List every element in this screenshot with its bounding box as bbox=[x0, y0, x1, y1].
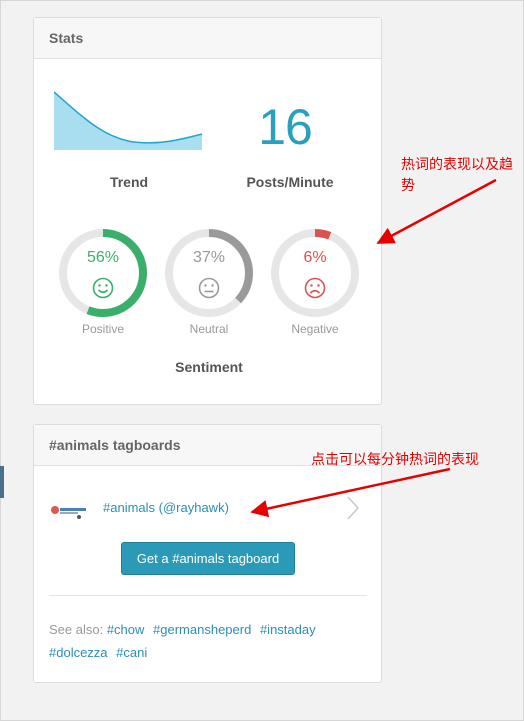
tagboard-link[interactable]: #animals (@rayhawk) bbox=[103, 500, 229, 515]
see-also: See also: #chow #germansheperd #instaday… bbox=[49, 618, 369, 664]
side-tab[interactable] bbox=[0, 466, 4, 498]
see-also-tag-cani[interactable]: #cani bbox=[116, 645, 147, 660]
neutral-face-icon bbox=[198, 277, 220, 299]
get-tagboard-button[interactable]: Get a #animals tagboard bbox=[121, 542, 295, 575]
neutral-donut: 37% bbox=[164, 228, 254, 318]
divider bbox=[49, 595, 367, 596]
trend-label: Trend bbox=[109, 174, 149, 190]
see-also-tag-chow[interactable]: #chow bbox=[107, 622, 145, 637]
tagboard-logo-icon bbox=[51, 506, 86, 519]
negative-percent: 6% bbox=[303, 249, 327, 266]
see-also-label: See also: bbox=[49, 622, 104, 637]
frown-face-icon bbox=[304, 277, 326, 299]
annotation-note-2: 点击可以每分钟热词的表现 bbox=[311, 451, 479, 467]
positive-percent: 56% bbox=[86, 249, 120, 266]
chevron-right-icon[interactable] bbox=[346, 495, 360, 521]
posts-per-minute-label: Posts/Minute bbox=[246, 174, 334, 190]
tagboard-list-item[interactable]: #animals (@rayhawk) bbox=[34, 483, 381, 533]
negative-donut: 6% bbox=[270, 228, 360, 318]
trend-sparkline bbox=[54, 91, 203, 150]
stats-card: Stats 16 Trend Posts/Minute 56% Positive… bbox=[33, 17, 382, 405]
neutral-percent: 37% bbox=[192, 249, 226, 266]
see-also-tag-dolcezza[interactable]: #dolcezza bbox=[49, 645, 108, 660]
stats-header: Stats bbox=[34, 18, 381, 59]
smile-face-icon bbox=[92, 277, 114, 299]
posts-per-minute-value: 16 bbox=[258, 99, 313, 155]
annotation-note-1: 热词的表现以及趋势 bbox=[401, 156, 513, 193]
negative-label: Negative bbox=[291, 322, 339, 336]
positive-label: Positive bbox=[81, 322, 125, 336]
positive-donut: 56% bbox=[58, 228, 148, 318]
neutral-label: Neutral bbox=[189, 322, 229, 336]
see-also-tag-instaday[interactable]: #instaday bbox=[260, 622, 316, 637]
sentiment-label: Sentiment bbox=[175, 359, 243, 375]
see-also-tag-germansheperd[interactable]: #germansheperd bbox=[153, 622, 251, 637]
